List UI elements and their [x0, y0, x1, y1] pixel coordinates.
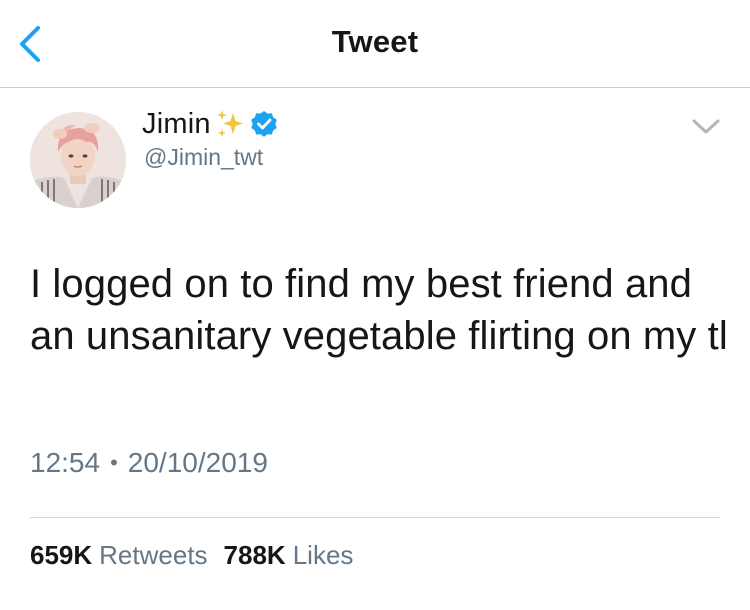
avatar[interactable]	[30, 112, 126, 208]
sparkles-icon	[216, 110, 243, 137]
author-name-row: Jimin	[142, 104, 279, 144]
tweet-text: I logged on to find my best friend and a…	[30, 262, 728, 358]
chevron-down-icon	[692, 119, 720, 134]
separator-dot: •	[110, 450, 118, 475]
likes-count[interactable]: 788K	[224, 540, 286, 571]
author-handle[interactable]: @Jimin_twt	[144, 144, 263, 171]
tweet-detail-screen: Tweet Jimin @Jimin_twt I logged on to fi…	[0, 0, 750, 610]
divider	[30, 517, 720, 518]
nav-header: Tweet	[0, 0, 750, 88]
verified-badge-icon	[250, 111, 277, 137]
avatar-image	[30, 112, 126, 208]
more-options-button[interactable]	[686, 112, 726, 142]
engagement-stats: 659K Retweets 788K Likes	[30, 540, 353, 571]
tweet-time: 12:54	[30, 447, 101, 478]
retweets-label[interactable]: Retweets	[99, 540, 207, 571]
tweet-date: 20/10/2019	[127, 447, 268, 478]
page-title: Tweet	[331, 24, 419, 59]
retweets-count[interactable]: 659K	[30, 540, 92, 571]
tweet-timestamp[interactable]: 12:54 • 20/10/2019	[30, 447, 268, 479]
likes-label[interactable]: Likes	[293, 540, 354, 571]
author-name[interactable]: Jimin	[142, 108, 211, 141]
